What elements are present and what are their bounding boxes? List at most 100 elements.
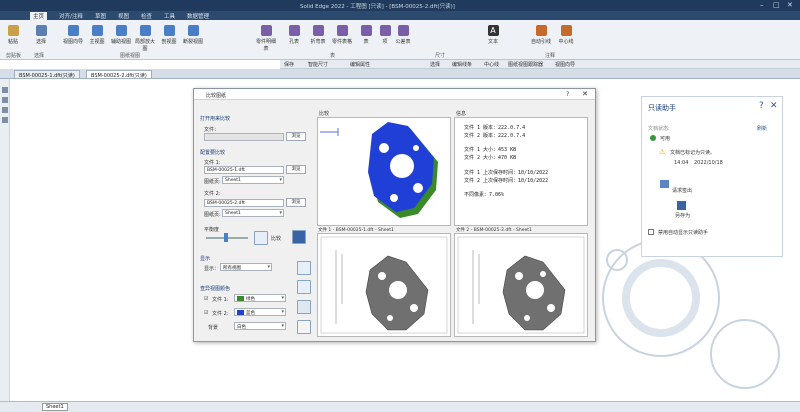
doc-tab-1[interactable]: BSM-00025-1.dft(只读) [14, 70, 80, 79]
browse-button[interactable]: 浏览 [286, 132, 306, 141]
file1-field[interactable]: BSM-00025-1.dft [204, 166, 284, 174]
close-icon[interactable]: ✕ [582, 90, 588, 98]
part-table-button[interactable]: 零件表格 [331, 23, 353, 51]
info-line: 文件 2 版本：222.0.7.4 [464, 133, 526, 139]
compare-button-label[interactable]: 比较 [271, 235, 281, 242]
zoom-area-icon[interactable] [297, 261, 311, 275]
status-label: 文档状态: [648, 126, 670, 132]
sheet1-select[interactable]: Sheet1 [222, 176, 284, 184]
info-line: 文件 1 大小：453 KB [464, 147, 517, 153]
file1-color-checkbox[interactable]: ☑ [204, 296, 208, 302]
readonly-assistant-panel: 只读助手 ? ✕ 文档状态: 刷新 可用 ⚠ 文档已标记为只读。 14:04 2… [641, 96, 783, 257]
disable-auto-show-checkbox[interactable] [648, 229, 654, 235]
tolerance-icon [397, 25, 409, 36]
open-file-field[interactable] [204, 133, 284, 141]
close-window-button[interactable]: ✕ [787, 1, 793, 9]
fit-icon[interactable] [297, 280, 311, 294]
save-as-icon [677, 201, 686, 210]
tab-view[interactable]: 视图 [115, 12, 132, 20]
tab-tools[interactable]: 工具 [161, 12, 178, 20]
minimize-button[interactable]: – [760, 1, 764, 9]
disable-auto-show-label: 禁用自动显示只读助手 [658, 230, 709, 236]
group-select: 选择 [34, 53, 45, 59]
tool-icon[interactable] [2, 117, 8, 123]
file2-field[interactable]: BSM-00025-2.dft [204, 199, 284, 207]
tab-sketch[interactable]: 草图 [92, 12, 109, 20]
ribbon-tabs: 主页 对齐/注释 草图 视图 检查 工具 数据管理 [0, 11, 800, 20]
help-icon[interactable]: ? [566, 91, 569, 98]
file1-part-drawing [320, 236, 448, 334]
message-date: 2022/10/18 [694, 160, 723, 166]
tab-home[interactable]: 主页 [30, 12, 48, 20]
colors-header: 查异视图颜色 [200, 286, 231, 292]
hole-table-icon [288, 25, 300, 36]
section-view-button[interactable]: 剖视图 [158, 23, 180, 51]
toolbar-view-tracker[interactable]: 图纸视图跟踪器 [508, 61, 543, 68]
parts-list-button[interactable]: 零件明细表 [255, 23, 277, 52]
dialog-title: 比较图纸 [206, 93, 227, 99]
toolbar-edit-lines[interactable]: 编辑线条 [452, 61, 472, 68]
view-wizard-button[interactable]: 视图向导 [62, 23, 84, 51]
file2-color-checkbox[interactable]: ☑ [204, 310, 208, 316]
broken-view-button[interactable]: 断裂视图 [182, 23, 204, 51]
section-open-header: 打开用来比较 [200, 116, 231, 122]
sheet2-select[interactable]: Sheet1 [222, 209, 284, 217]
pan-icon[interactable] [297, 300, 311, 314]
tool-icon[interactable] [2, 107, 8, 113]
centerline-button[interactable]: 中心线 [555, 23, 577, 51]
tool-icon[interactable] [2, 87, 8, 93]
toolbar-smart-dimension[interactable]: 智能尺寸 [308, 61, 328, 68]
tab-data-management[interactable]: 数据管理 [184, 12, 212, 20]
auto-leader-button[interactable]: 自动引线 [530, 23, 552, 51]
paste-button[interactable]: 粘贴 [2, 23, 24, 51]
paste-icon [7, 25, 19, 36]
toolbar-save[interactable]: 保存 [284, 61, 294, 68]
help-icon[interactable]: ? [759, 101, 764, 111]
hole-table-button[interactable]: 孔表 [283, 23, 305, 51]
save-as-button[interactable]: 另存为 [675, 212, 690, 219]
file1-preview[interactable] [317, 233, 451, 337]
toolbar-centerline[interactable]: 中心线 [484, 61, 499, 68]
group-dimension: 尺寸 [435, 53, 446, 59]
tab-annotate[interactable]: 对齐/注释 [56, 12, 86, 20]
tool-icon[interactable] [2, 97, 8, 103]
browse-file1-button[interactable]: 浏览 [286, 165, 306, 174]
background-select[interactable]: 白色 [234, 322, 286, 330]
close-icon[interactable]: ✕ [770, 101, 778, 111]
file1-label: 文件 1: [204, 160, 221, 166]
maximize-button[interactable]: □ [773, 1, 780, 9]
tolerance-table-button[interactable]: 公差表 [392, 23, 414, 51]
window-title: Solid Edge 2022 - 工程图 [只读] - [BSM-00025-… [300, 4, 455, 10]
select-button[interactable]: 选择 [30, 23, 52, 51]
text-button[interactable]: A 文本 [482, 23, 504, 51]
readonly-message: 文档已标记为只读。 [670, 150, 716, 156]
auxiliary-view-button[interactable]: 辅助视图 [110, 23, 132, 51]
bend-table-button[interactable]: 折弯表 [307, 23, 329, 51]
file2-preview[interactable] [454, 233, 588, 337]
save-icon[interactable] [292, 230, 306, 244]
zoom-icon[interactable] [297, 320, 311, 334]
principal-view-icon [91, 25, 103, 36]
sheet-tab[interactable]: Sheet1 [42, 403, 68, 411]
document-tabs: BSM-00025-1.dft(只读) BSM-00025-2.dft(只读) [0, 69, 800, 79]
file1-color-select[interactable]: 绿色 [234, 294, 286, 302]
tab-inspect[interactable]: 检查 [138, 12, 155, 20]
request-checkout-button[interactable]: 请求签出 [672, 187, 692, 194]
browse-file2-button[interactable]: 浏览 [286, 198, 306, 207]
gear-watermark [710, 319, 780, 389]
toolbar-select[interactable]: 选择 [430, 61, 440, 68]
compare-icon[interactable] [254, 231, 268, 245]
display-select[interactable]: 所有视图 [220, 263, 272, 271]
file2-color-select[interactable]: 蓝色 [234, 308, 286, 316]
overlay-compare-view[interactable] [317, 117, 451, 226]
principal-view-button[interactable]: 主视图 [86, 23, 108, 51]
detail-view-button[interactable]: 局部放大图 [134, 23, 156, 52]
slider-thumb[interactable] [224, 233, 228, 242]
info-line: 文件 2 大小：470 KB [464, 155, 517, 161]
compare-panel-label: 比较 [319, 111, 330, 117]
doc-tab-2[interactable]: BSM-00025-2.dft(只读) [86, 70, 152, 79]
toolbar-edit-properties[interactable]: 编辑属性 [350, 61, 370, 68]
status-ok-icon [650, 135, 656, 141]
toolbar-view-wizard[interactable]: 视图向导 [555, 61, 575, 68]
refresh-link[interactable]: 刷新 [757, 125, 767, 132]
